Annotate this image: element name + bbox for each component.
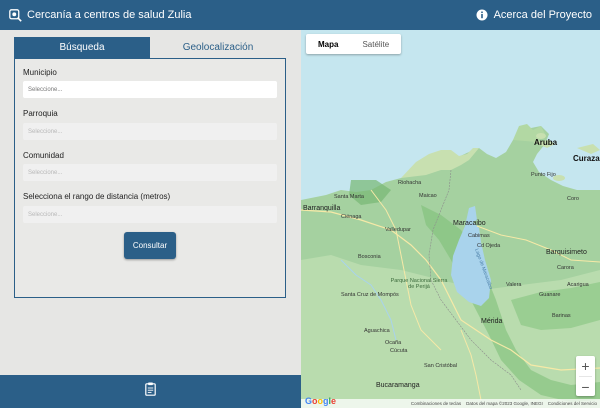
label-maracaibo: Maracaibo — [453, 220, 486, 227]
label-san-cristobal: San Cristóbal — [424, 363, 458, 369]
parroquia-select[interactable]: Seleccione... — [23, 123, 277, 140]
distancia-label: Selecciona el rango de distancia (metros… — [23, 192, 171, 201]
label-curazao: Curaza — [573, 154, 600, 163]
panel-footer — [0, 375, 301, 408]
distancia-select[interactable]: Seleccione... — [23, 206, 277, 223]
search-location-icon — [8, 8, 22, 22]
map-data-credit: Datos del mapa ©2023 Google, INEGI — [466, 401, 543, 406]
brand: Cercanía a centros de salud Zulia — [8, 8, 191, 22]
label-barinas: Barinas — [552, 313, 571, 319]
map-type-control: Mapa Satélite — [306, 34, 402, 54]
label-parque: Parque Nacional Sierra de Perijá — [390, 278, 448, 290]
map-type-mapa[interactable]: Mapa — [306, 34, 350, 54]
google-logo[interactable]: Google — [305, 396, 336, 406]
municipio-select[interactable]: Seleccione... — [23, 81, 277, 98]
label-mompos: Santa Cruz de Mompós — [341, 292, 399, 298]
label-aguachica: Aguachica — [364, 328, 390, 334]
panel-tabs: Búsqueda Geolocalización — [14, 37, 286, 58]
label-riohacha: Riohacha — [398, 180, 422, 186]
about-project-label: Acerca del Proyecto — [493, 9, 592, 21]
label-bucaramanga: Bucaramanga — [376, 382, 420, 389]
label-acarigua: Acarigua — [567, 282, 589, 288]
label-cucuta: Cúcuta — [390, 348, 408, 354]
search-panel: Búsqueda Geolocalización Municipio Selec… — [0, 30, 301, 375]
app-title: Cercanía a centros de salud Zulia — [27, 9, 192, 21]
label-barquisimeto: Barquisimeto — [546, 249, 587, 256]
app-header: Cercanía a centros de salud Zulia Acerca… — [0, 0, 600, 30]
municipio-label: Municipio — [23, 68, 57, 77]
map-attribution: Combinaciones de teclas Datos del mapa ©… — [301, 399, 600, 408]
search-form: Municipio Seleccione... Parroquia Selecc… — [14, 58, 286, 298]
label-ciudad-ojeda: Cd Ojeda — [477, 243, 501, 249]
label-valera: Valera — [506, 282, 522, 288]
label-punto-fijo: Punto Fijo — [531, 172, 556, 178]
zoom-control: + − — [576, 356, 595, 396]
info-icon — [475, 8, 489, 22]
label-aruba: Aruba — [534, 138, 558, 147]
about-project-link[interactable]: Acerca del Proyecto — [475, 8, 592, 22]
keyboard-shortcuts-link[interactable]: Combinaciones de teclas — [411, 401, 461, 406]
label-santa-marta: Santa Marta — [334, 194, 364, 200]
label-valledupar: Valledupar — [385, 227, 411, 233]
map-type-satelite[interactable]: Satélite — [350, 34, 401, 54]
tab-busqueda[interactable]: Búsqueda — [14, 37, 150, 58]
label-ocana: Ocaña — [385, 340, 402, 346]
label-carora: Carora — [557, 265, 574, 271]
label-coro: Coro — [567, 196, 579, 202]
terms-link[interactable]: Condiciones del Servicio — [548, 401, 597, 406]
zoom-in-button[interactable]: + — [576, 356, 595, 376]
comunidad-select[interactable]: Seleccione... — [23, 164, 277, 181]
parroquia-label: Parroquia — [23, 109, 58, 118]
consultar-button[interactable]: Consultar — [124, 232, 176, 259]
map-view[interactable]: Aruba Curaza Barranquilla Santa Marta Ci… — [301, 30, 600, 408]
label-maicao: Maicao — [419, 193, 437, 199]
label-merida: Mérida — [481, 318, 503, 325]
label-barranquilla: Barranquilla — [303, 205, 341, 212]
label-guanare: Guanare — [539, 292, 561, 298]
zoom-out-button[interactable]: − — [576, 377, 595, 397]
clipboard-icon[interactable] — [145, 382, 156, 401]
label-cabimas: Cabimas — [468, 233, 490, 239]
label-cienaga: Ciénaga — [341, 214, 362, 220]
tab-geolocalizacion[interactable]: Geolocalización — [150, 37, 286, 58]
label-bosconia: Bosconia — [358, 254, 381, 260]
comunidad-label: Comunidad — [23, 151, 64, 160]
